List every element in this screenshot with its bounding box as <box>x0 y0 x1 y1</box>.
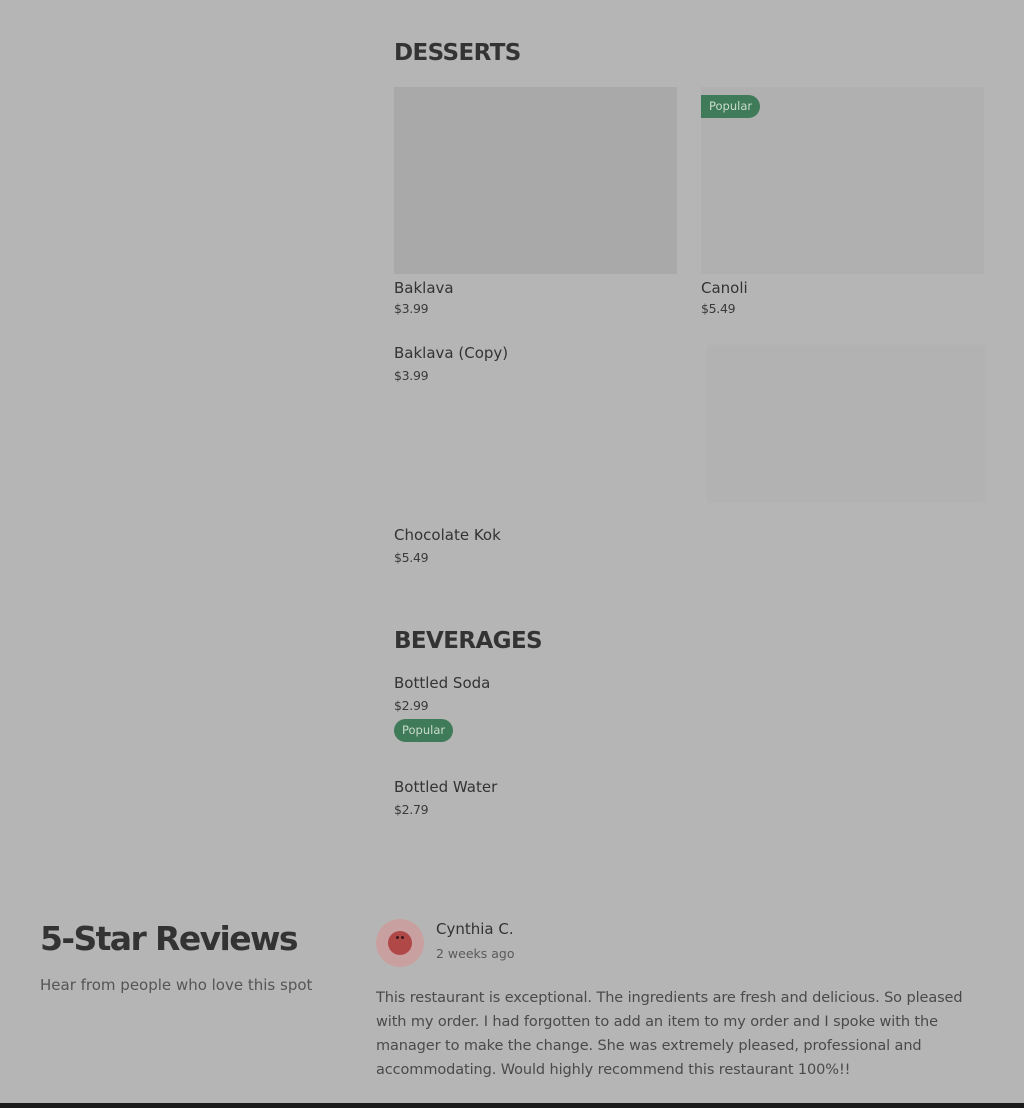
popular-badge: Popular <box>701 95 761 118</box>
review-date: 2 weeks ago <box>436 946 515 961</box>
item-name: Bottled Water <box>394 778 498 796</box>
reviews-heading: 5-Star Reviews <box>40 919 299 958</box>
menu-item-image-placeholder[interactable] <box>701 346 984 501</box>
item-image[interactable]: Popular <box>701 87 984 274</box>
desserts-heading: DESSERTS <box>394 40 521 66</box>
popular-badge: Popular <box>394 719 454 742</box>
menu-item-bottled-soda[interactable]: Bottled Soda $2.99 Popular <box>394 674 677 742</box>
menu-item-baklava[interactable]: Baklava $3.99 <box>394 87 677 316</box>
beverages-heading: BEVERAGES <box>394 628 543 654</box>
item-name: Baklava (Copy) <box>394 344 509 362</box>
menu-item-baklava-copy[interactable]: Baklava (Copy) $3.99 <box>394 344 677 383</box>
item-price: $5.49 <box>394 550 429 565</box>
review-text: This restaurant is exceptional. The ingr… <box>376 990 963 1078</box>
item-name: Baklava <box>394 279 454 297</box>
item-price: $2.79 <box>394 802 429 817</box>
avatar-face-icon <box>388 931 412 955</box>
item-price: $5.49 <box>701 301 736 316</box>
item-price: $3.99 <box>394 368 429 383</box>
reviewer-name: Cynthia C. <box>436 920 514 938</box>
menu-item-canoli[interactable]: Popular Canoli $5.49 <box>701 87 984 316</box>
item-image[interactable] <box>708 346 984 501</box>
page: DESSERTS Baklava $3.99 Popular Canoli $5… <box>0 0 1024 1108</box>
menu-item-bottled-water[interactable]: Bottled Water $2.79 <box>394 778 677 817</box>
menu-item-chocolate-kok[interactable]: Chocolate Kok $5.49 <box>394 526 677 565</box>
item-name: Chocolate Kok <box>394 526 501 544</box>
item-name: Bottled Soda <box>394 674 491 692</box>
item-price: $3.99 <box>394 301 429 316</box>
bottom-bar <box>0 1103 1024 1108</box>
item-image[interactable] <box>394 87 677 274</box>
item-price: $2.99 <box>394 698 429 713</box>
item-name: Canoli <box>701 279 748 297</box>
reviewer-avatar <box>376 919 424 967</box>
reviews-subtitle: Hear from people who love this spot <box>40 976 313 994</box>
